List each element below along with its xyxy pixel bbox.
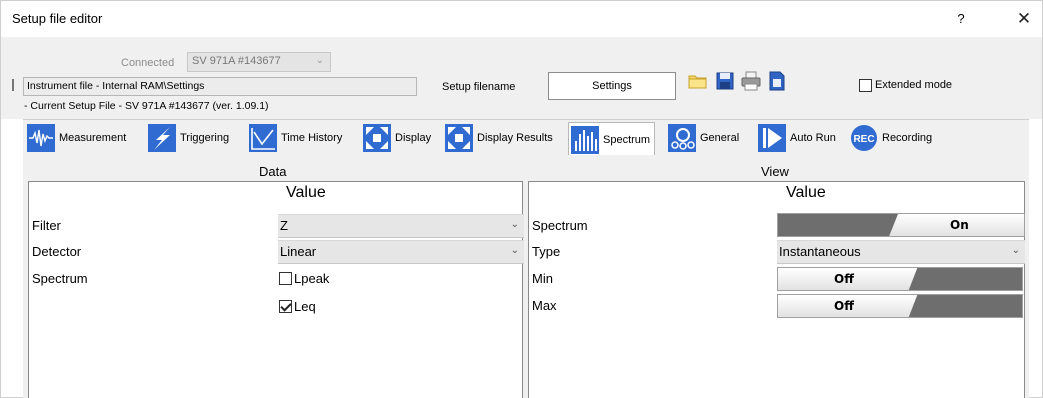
tab-time-history[interactable]: Time History — [249, 122, 342, 154]
detector-label: Detector — [32, 244, 82, 259]
tab-label: Triggering — [180, 132, 230, 144]
folder-icon[interactable] — [687, 70, 709, 92]
view-spectrum-label: Spectrum — [532, 218, 588, 233]
tab-bar: Measurement Triggering Time History Disp… — [23, 119, 1029, 156]
title-bar: Setup file editor ? ✕ — [1, 1, 1042, 37]
lpeak-checkbox[interactable]: Lpeak — [279, 271, 329, 286]
help-button[interactable]: ? — [949, 7, 973, 31]
general-icon — [668, 124, 696, 152]
display-results-icon — [445, 124, 473, 152]
connected-device-value: SV 971A #143677 — [192, 55, 281, 67]
view-panel: Value Spectrum On Type Instantaneous ⌄ M… — [528, 181, 1025, 398]
min-toggle[interactable]: Off — [777, 267, 1023, 291]
type-label: Type — [532, 244, 561, 259]
type-select[interactable]: Instantaneous ⌄ — [777, 240, 1025, 264]
current-setup-file: - Current Setup File - SV 971A #143677 (… — [24, 100, 269, 112]
svg-text:REC: REC — [853, 134, 874, 145]
filter-label: Filter — [32, 218, 61, 233]
chevron-down-icon: ⌄ — [510, 245, 519, 256]
checkbox-checked-box[interactable] — [279, 300, 292, 313]
tab-label: General — [700, 132, 740, 144]
max-label: Max — [532, 298, 557, 313]
spectrum-toggle[interactable]: On — [777, 213, 1025, 237]
header-panel: Connected SV 971A #143677 ⌄ Instrument f… — [1, 37, 1042, 119]
tab-label: Measurement — [59, 132, 127, 144]
lpeak-label: Lpeak — [294, 271, 330, 286]
tab-label: Display Results — [477, 132, 553, 144]
recording-icon: REC — [851, 125, 877, 151]
detector-value: Linear — [280, 244, 317, 259]
time-history-icon — [249, 124, 277, 152]
instrument-file-path: Instrument file - Internal RAM\Settings — [27, 80, 205, 92]
instrument-file-box: Instrument file - Internal RAM\Settings — [23, 77, 417, 96]
data-panel: Value Filter Z ⌄ Detector Linear ⌄ Spect… — [28, 181, 524, 398]
value-header: Value — [286, 184, 326, 201]
measurement-icon — [27, 124, 55, 152]
tab-label: Spectrum — [603, 133, 651, 146]
tab-spectrum[interactable]: Spectrum — [568, 122, 656, 156]
display-icon — [363, 124, 391, 152]
chevron-down-icon: ⌄ — [510, 219, 519, 230]
tab-display[interactable]: Display — [363, 122, 431, 154]
filter-select[interactable]: Z ⌄ — [278, 214, 524, 238]
type-value: Instantaneous — [779, 244, 861, 259]
print-icon[interactable] — [740, 70, 762, 92]
tab-label: Time History — [281, 132, 343, 144]
window-title: Setup file editor — [12, 11, 103, 26]
tab-label: Display — [395, 132, 432, 144]
spectrum-icon — [571, 125, 599, 154]
value-header: Value — [786, 184, 826, 201]
toggle-knob — [778, 214, 898, 236]
setup-file-editor-window: Setup file editor ? ✕ Connected SV 971A … — [0, 0, 1043, 398]
spectrum-label: Spectrum — [32, 271, 88, 286]
divider — [12, 79, 14, 91]
setup-filename-label: Setup filename — [442, 81, 516, 93]
tab-general[interactable]: General — [668, 122, 739, 154]
tab-recording[interactable]: REC Recording — [850, 122, 932, 154]
tab-label: Auto Run — [790, 132, 836, 144]
spectrum-toggle-state: On — [950, 218, 969, 232]
checkbox-box[interactable] — [279, 272, 292, 285]
view-section-title: View — [761, 164, 789, 179]
filter-value: Z — [280, 218, 288, 233]
tab-auto-run[interactable]: Auto Run — [758, 122, 836, 154]
leq-label: Leq — [294, 299, 316, 314]
chevron-down-icon: ⌄ — [1011, 245, 1020, 256]
min-toggle-state: Off — [834, 272, 854, 286]
triggering-icon — [148, 124, 176, 152]
tab-label: Recording — [882, 132, 933, 144]
detector-select[interactable]: Linear ⌄ — [278, 240, 524, 264]
toggle-knob — [908, 295, 1022, 317]
data-section-title: Data — [259, 164, 287, 179]
toggle-knob — [908, 268, 1022, 290]
tab-triggering[interactable]: Triggering — [148, 122, 229, 154]
setup-filename-input[interactable]: Settings — [548, 72, 676, 100]
spectrum-settings: Data View Value Filter Z ⌄ Detector Line… — [23, 155, 1029, 398]
min-label: Min — [532, 271, 553, 286]
tab-display-results[interactable]: Display Results — [445, 122, 553, 154]
export-file-icon[interactable] — [766, 70, 788, 92]
extended-mode-checkbox[interactable] — [859, 79, 872, 92]
tab-measurement[interactable]: Measurement — [27, 122, 126, 154]
connected-label: Connected — [121, 57, 175, 69]
extended-mode-label: Extended mode — [875, 79, 953, 91]
leq-checkbox[interactable]: Leq — [279, 299, 316, 314]
max-toggle-state: Off — [834, 299, 854, 313]
auto-run-icon — [758, 124, 786, 152]
chevron-down-icon: ⌄ — [315, 55, 324, 66]
connected-device-select[interactable]: SV 971A #143677 ⌄ — [187, 52, 331, 72]
close-button[interactable]: ✕ — [1011, 7, 1037, 31]
save-icon[interactable] — [714, 70, 736, 92]
max-toggle[interactable]: Off — [777, 294, 1023, 318]
